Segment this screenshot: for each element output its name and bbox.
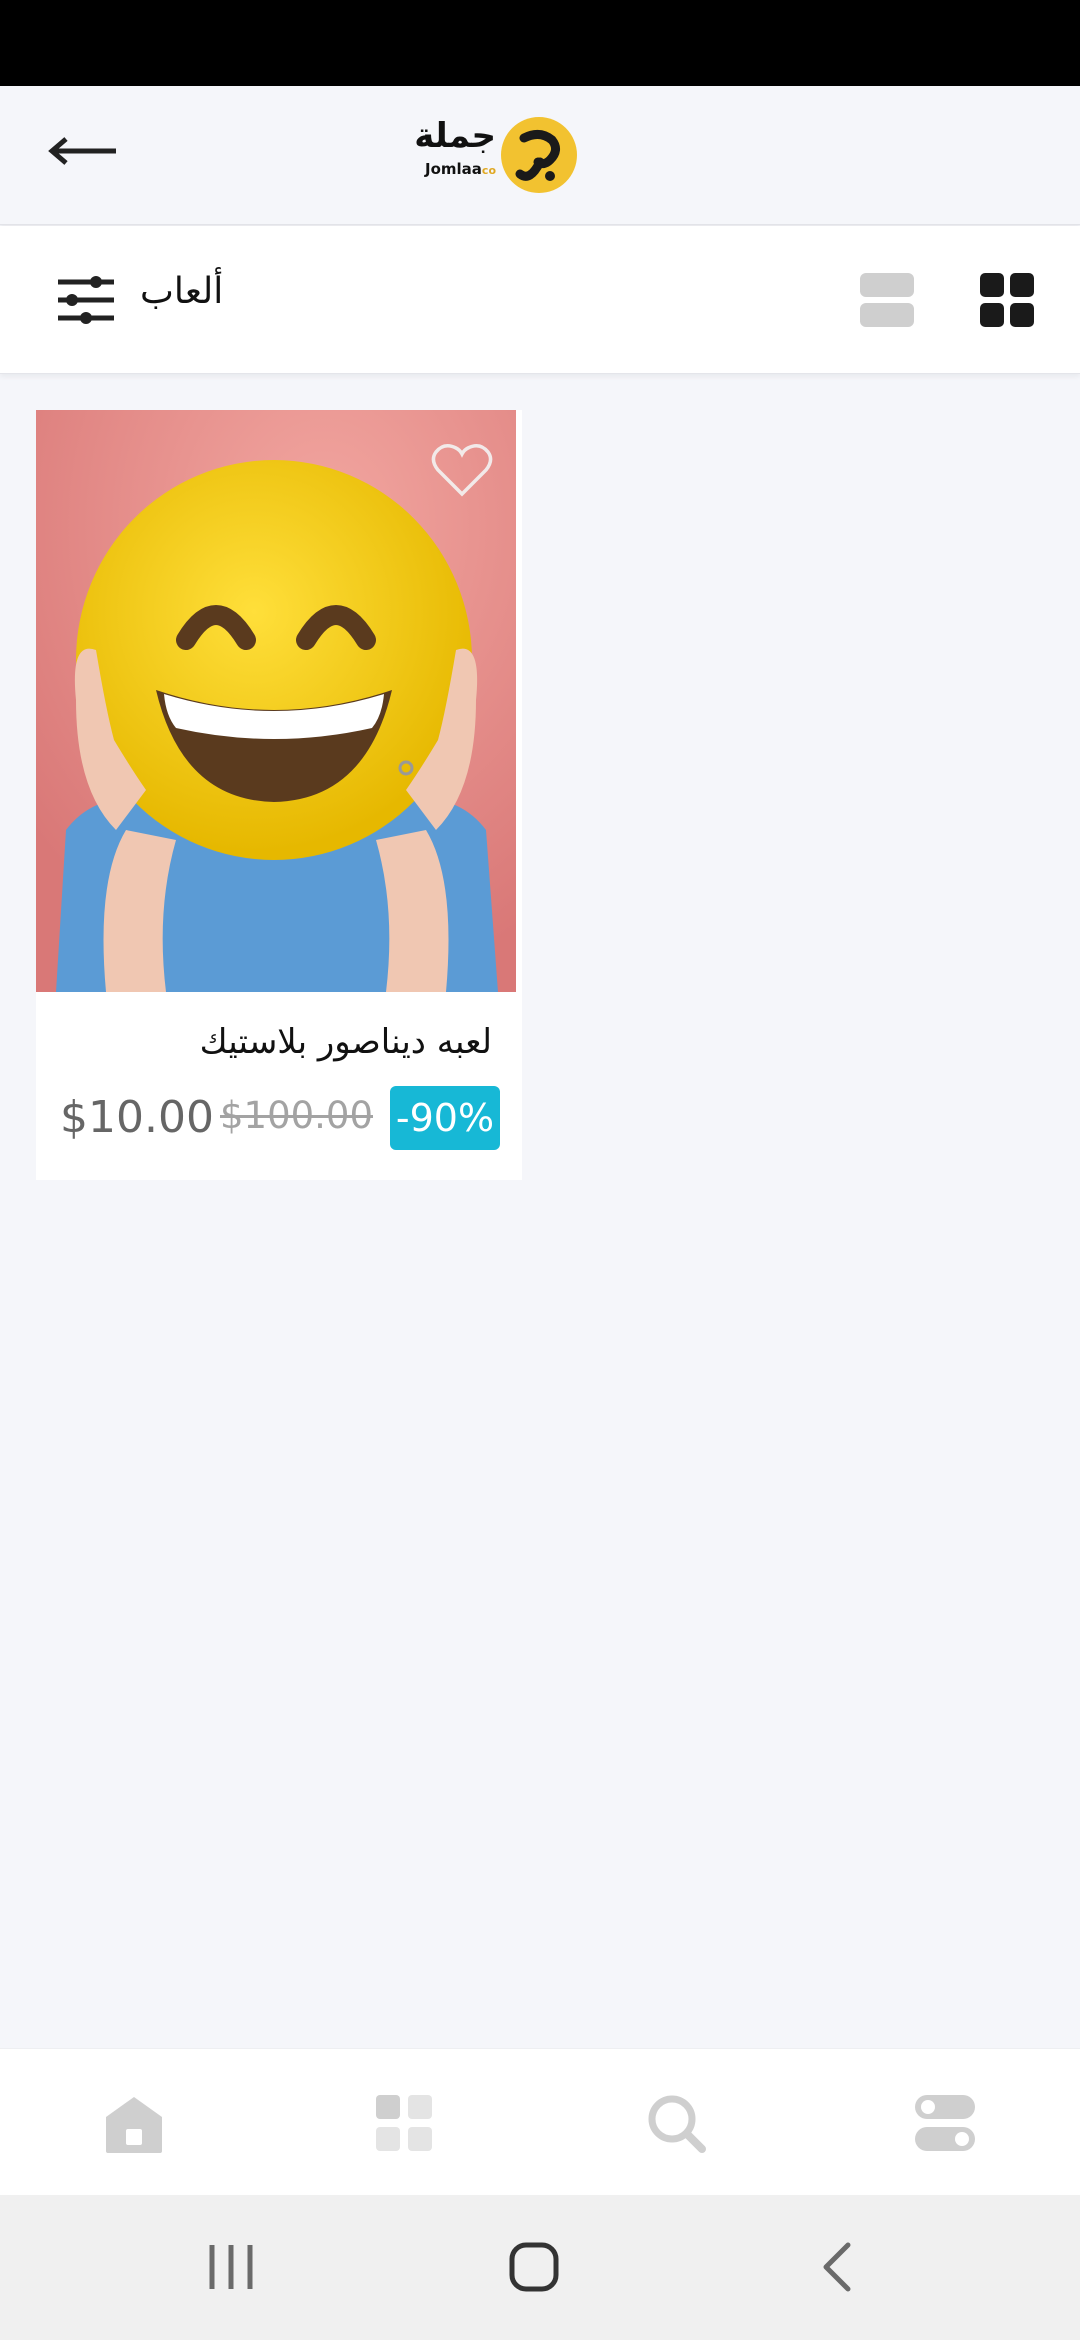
categories-icon [376,2095,432,2151]
logo-arabic-text: جملة [414,116,496,156]
nav-categories[interactable] [374,2093,438,2155]
system-back-button[interactable] [816,2241,856,2297]
status-bar [0,0,1080,86]
nav-search[interactable] [646,2093,710,2155]
system-navigation-bar [0,2195,1080,2340]
product-image[interactable] [36,410,516,992]
heart-outline-icon [431,444,493,497]
system-back-icon [823,2242,851,2292]
recents-icon [209,2245,253,2289]
category-toolbar: ألعاب [0,226,1080,374]
product-old-price: $100.00 [220,1094,374,1137]
logo-mark-icon [501,117,577,193]
app-header: جملة Jomlaaco [0,86,1080,225]
product-card[interactable]: لعبه ديناصور بلاستيك $10.00 $100.00 -90% [36,410,522,1180]
nav-home[interactable] [102,2093,166,2155]
settings-toggle-icon [915,2095,975,2151]
product-name: لعبه ديناصور بلاستيك [199,1022,492,1062]
app-logo: جملة Jomlaaco [414,116,580,196]
list-view-icon [860,273,914,327]
filter-button[interactable] [56,274,116,326]
logo-latin-name: Jomlaa [425,160,482,178]
list-view-button[interactable] [858,271,916,329]
nav-settings[interactable] [914,2093,978,2155]
discount-badge: -90% [390,1086,500,1150]
home-icon [106,2097,162,2153]
bottom-nav [0,2048,1080,2196]
favorite-button[interactable] [430,440,494,500]
back-button[interactable] [40,116,140,186]
home-circle-icon [509,2242,559,2292]
grid-view-icon [980,273,1034,327]
sliders-icon [58,276,114,324]
logo-latin-text: Jomlaaco [418,160,496,178]
home-system-button[interactable] [508,2241,560,2297]
logo-suffix: co [481,164,496,177]
search-icon [648,2095,706,2153]
recents-button[interactable] [206,2241,256,2297]
product-price: $10.00 [60,1092,214,1143]
category-title: ألعاب [140,271,224,312]
grid-view-button[interactable] [978,271,1036,329]
arrow-left-icon [48,137,116,165]
